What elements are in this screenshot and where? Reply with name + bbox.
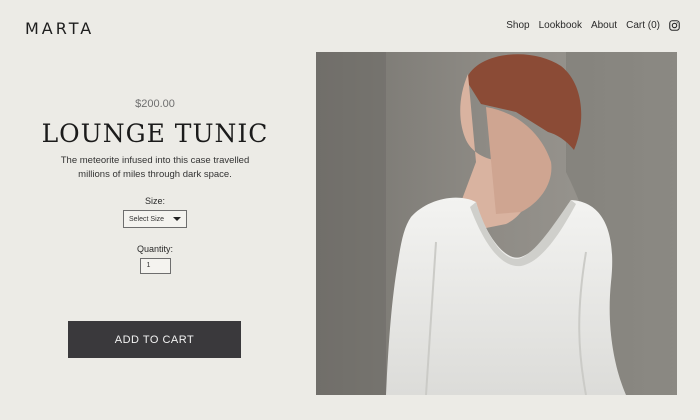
quantity-label: Quantity: [136,244,174,254]
nav-about[interactable]: About [591,20,617,31]
instagram-icon[interactable] [669,20,680,31]
nav-shop[interactable]: Shop [506,20,529,31]
quantity-input[interactable]: 1 [139,258,171,274]
size-label: Size: [144,196,165,206]
product-title: LOUNGE TUNIC [41,119,269,148]
main-nav: Shop Lookbook About Cart (0) [506,20,680,31]
product-price: $200.00 [135,98,175,110]
site-logo[interactable]: MARTA [25,19,94,38]
nav-lookbook[interactable]: Lookbook [539,20,582,31]
nav-cart[interactable]: Cart (0) [626,20,660,31]
size-select-value: Select Size [129,215,165,223]
chevron-down-icon [173,217,181,221]
product-description: The meteorite infused into this case tra… [60,155,250,180]
product-details: $200.00 LOUNGE TUNIC The meteorite infus… [0,90,310,274]
size-select[interactable]: Select Size [123,210,187,228]
add-to-cart-button[interactable]: ADD TO CART [68,321,241,358]
product-photo [316,52,677,395]
